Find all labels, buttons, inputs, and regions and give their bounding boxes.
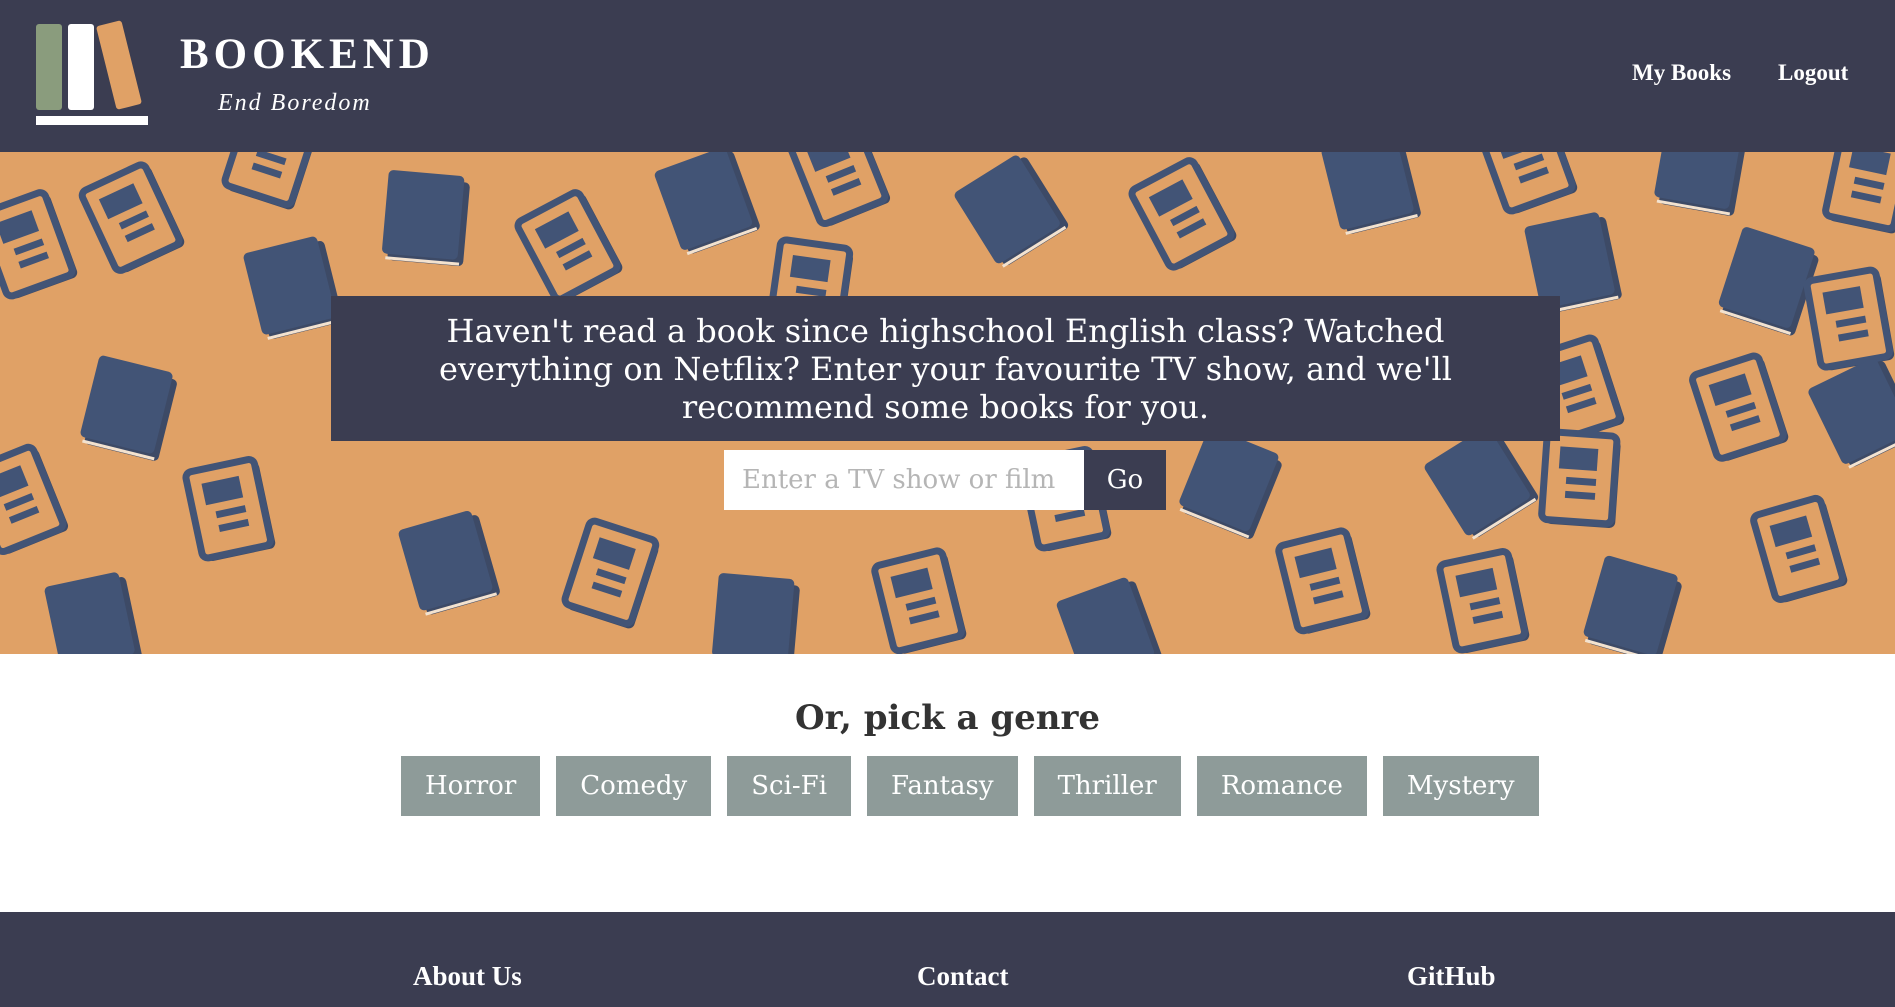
brand-title: BOOKEND [180, 31, 435, 78]
footer-about-us-link[interactable]: About Us [413, 961, 522, 991]
go-button[interactable]: Go [1084, 450, 1166, 510]
site-header: BOOKEND End Boredom My Books Logout [0, 0, 1895, 152]
hero-section: Haven't read a book since highschool Eng… [0, 152, 1895, 654]
footer-contact-link[interactable]: Contact [917, 961, 1008, 991]
hero-message: Haven't read a book since highschool Eng… [439, 311, 1452, 426]
search-form: Go [724, 450, 1166, 510]
nav-my-books-link[interactable]: My Books [1632, 58, 1731, 88]
genre-button-fantasy[interactable]: Fantasy [867, 756, 1018, 816]
footer-github-link[interactable]: GitHub [1407, 961, 1496, 991]
genre-button-thriller[interactable]: Thriller [1033, 756, 1181, 816]
genre-button-row: Horror Comedy Sci-Fi Fantasy Thriller Ro… [401, 756, 1539, 816]
hero-message-box: Haven't read a book since highschool Eng… [331, 296, 1560, 441]
genre-button-romance[interactable]: Romance [1196, 756, 1367, 816]
tv-show-search-input[interactable] [724, 450, 1084, 510]
genre-heading: Or, pick a genre [794, 698, 1101, 738]
brand-tagline: End Boredom [218, 90, 372, 116]
genre-button-sci-fi[interactable]: Sci-Fi [727, 756, 852, 816]
nav-logout-link[interactable]: Logout [1778, 58, 1848, 88]
genre-button-horror[interactable]: Horror [401, 756, 541, 816]
site-footer: About Us Contact GitHub [0, 912, 1895, 1007]
genre-button-mystery[interactable]: Mystery [1382, 756, 1539, 816]
logo-books-icon[interactable] [34, 20, 152, 128]
genre-button-comedy[interactable]: Comedy [556, 756, 712, 816]
